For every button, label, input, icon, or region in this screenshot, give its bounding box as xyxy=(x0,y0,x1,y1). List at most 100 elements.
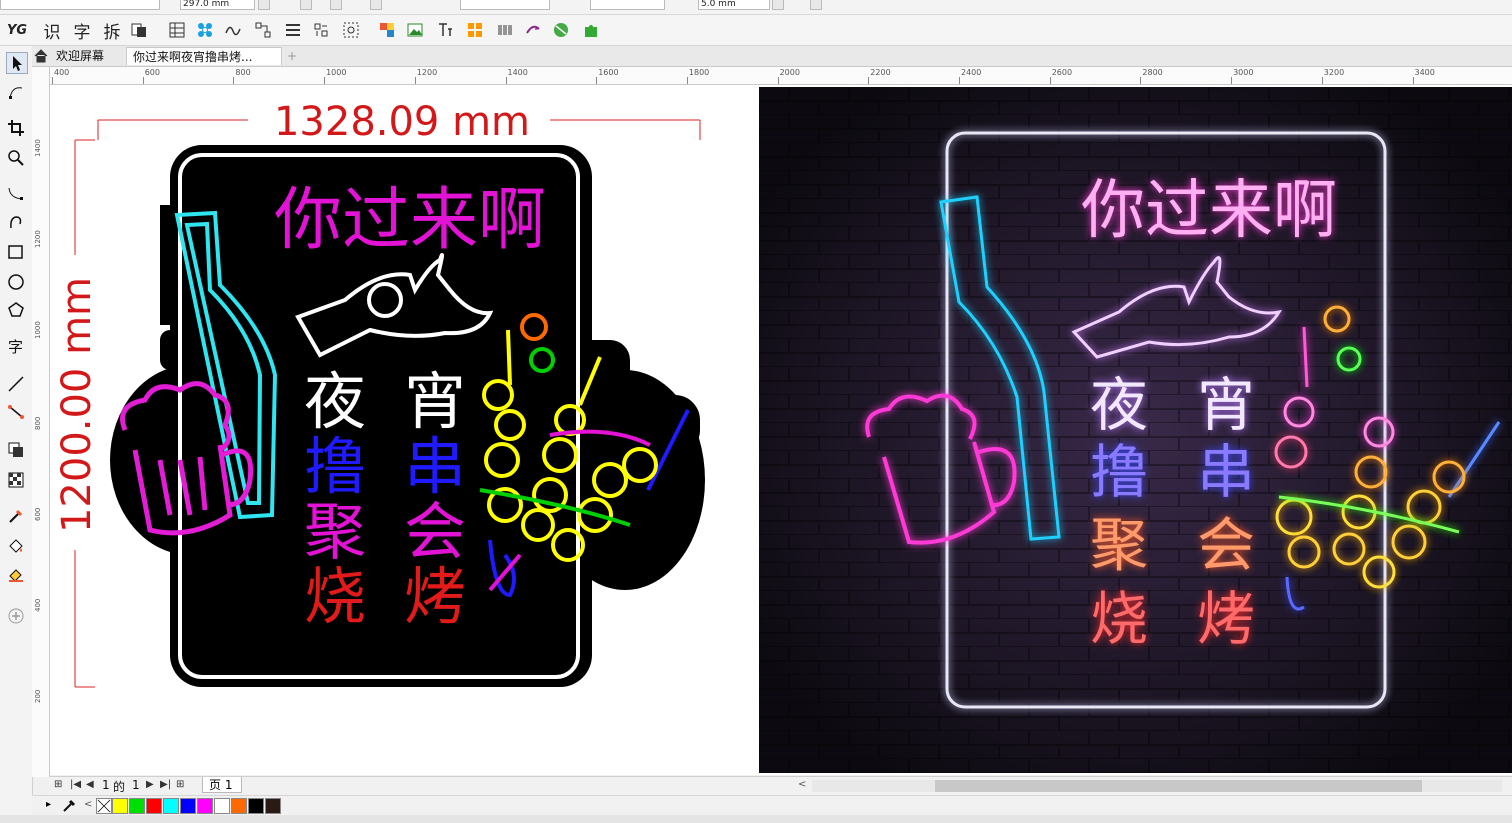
nudge-spinner[interactable] xyxy=(772,0,784,10)
globe-icon[interactable] xyxy=(552,21,570,39)
object-field-blank[interactable] xyxy=(0,0,160,10)
col2-char-4[interactable]: 烤 xyxy=(404,560,466,633)
home-icon[interactable] xyxy=(34,49,48,63)
color-swatch[interactable] xyxy=(180,798,196,814)
color-swatch[interactable] xyxy=(129,798,145,814)
first-page-button[interactable]: ⊞ xyxy=(54,779,62,790)
nudge-field[interactable]: 5.0 mm xyxy=(698,0,770,10)
eyedropper-tool-icon[interactable] xyxy=(6,506,26,526)
polygon-tool-icon[interactable] xyxy=(6,300,26,320)
horizontal-scrollbar[interactable] xyxy=(812,780,1502,792)
col2-char-2[interactable]: 串 xyxy=(404,430,466,503)
ruler-label: 2000 xyxy=(779,68,800,77)
zoom-tool-icon[interactable] xyxy=(6,148,26,168)
ruler-tick xyxy=(52,77,53,84)
rotation-field[interactable] xyxy=(460,0,550,10)
select-similar-icon[interactable] xyxy=(342,21,360,39)
ruler-tick xyxy=(1049,77,1051,84)
table-icon[interactable] xyxy=(168,21,186,39)
text-tool-icon[interactable] xyxy=(436,21,454,39)
ruler-label: 3200 xyxy=(1323,68,1345,77)
color-swatch[interactable] xyxy=(197,798,213,814)
text-tool-icon[interactable]: 字 xyxy=(6,336,26,356)
last-page-button[interactable]: ▶| xyxy=(160,779,171,790)
color-swatch[interactable] xyxy=(248,798,264,814)
ruler-label: 800 xyxy=(235,68,251,77)
ruler-label: 800 xyxy=(34,416,42,430)
scroll-left-button[interactable]: < xyxy=(798,779,806,790)
col2-char-1[interactable]: 宵 xyxy=(404,365,466,438)
shape-tool-icon[interactable] xyxy=(6,82,26,102)
char-button[interactable]: 字 xyxy=(70,19,94,43)
plugin-puzzle-icon[interactable] xyxy=(582,21,600,39)
horizontal-scroll-thumb[interactable] xyxy=(935,780,1422,792)
palette-scroll-left[interactable]: < xyxy=(84,799,92,810)
eyedropper-icon[interactable] xyxy=(62,799,76,813)
node-icon[interactable] xyxy=(254,21,272,39)
recognize-button[interactable]: 识 xyxy=(40,19,64,43)
distribute-icon[interactable] xyxy=(312,21,330,39)
convert-icon[interactable] xyxy=(524,21,542,39)
neon-reference-photo[interactable]: 你过来啊 夜 撸 聚 烧 宵 串 会 烤 xyxy=(759,87,1512,773)
align-icon[interactable] xyxy=(284,21,302,39)
artistic-media-icon[interactable] xyxy=(6,212,26,232)
fill-tool-icon[interactable] xyxy=(6,536,26,556)
width-spinner[interactable] xyxy=(258,0,270,10)
tab-document[interactable]: 你过来啊夜宵撸串烤... xyxy=(126,47,282,65)
ruler-tick xyxy=(596,77,598,84)
palette-menu-arrow[interactable]: ▸ xyxy=(46,799,51,810)
options-button[interactable] xyxy=(810,0,822,10)
shadow-tool-icon[interactable] xyxy=(6,440,26,460)
position-field[interactable] xyxy=(590,0,665,10)
color-blocks-icon[interactable] xyxy=(378,21,396,39)
mirror-button[interactable] xyxy=(370,0,382,10)
first-page-arrow[interactable]: |◀ xyxy=(70,779,81,790)
col2-char-3[interactable]: 会 xyxy=(404,495,466,568)
design-artwork[interactable]: 1328.09 mm 1200.00 mm 你过来啊 夜 撸 聚 烧 宵 串 会… xyxy=(50,85,759,775)
col1-char-4[interactable]: 烧 xyxy=(304,560,366,633)
ruler-tick xyxy=(868,77,870,84)
ruler-tick xyxy=(959,77,960,84)
ellipse-tool-icon[interactable] xyxy=(6,272,26,292)
color-swatch[interactable] xyxy=(163,798,179,814)
layers-icon[interactable] xyxy=(130,21,148,39)
barcode-icon[interactable] xyxy=(496,21,514,39)
crop-tool-icon[interactable] xyxy=(6,118,26,138)
scale-button[interactable] xyxy=(330,0,342,10)
horizontal-ruler[interactable]: 400 600 800 1000 1200 1400 1600 1800 2000 2200 240… xyxy=(50,67,1512,85)
ruler-label: 600 xyxy=(144,68,160,77)
photo-col2-char-1: 宵 xyxy=(1197,371,1255,439)
color-swatch[interactable] xyxy=(265,798,281,814)
lock-ratio-button[interactable] xyxy=(300,0,312,10)
col1-char-1[interactable]: 夜 xyxy=(304,365,366,438)
wave-icon[interactable] xyxy=(224,21,242,39)
pattern-icon[interactable] xyxy=(196,21,214,39)
dimension-tool-icon[interactable] xyxy=(6,374,26,394)
color-swatch[interactable] xyxy=(231,798,247,814)
transparency-tool-icon[interactable] xyxy=(6,470,26,490)
headline-text[interactable]: 你过来啊 xyxy=(274,181,546,260)
col1-char-3[interactable]: 聚 xyxy=(304,495,366,568)
rectangle-tool-icon[interactable] xyxy=(6,242,26,262)
next-page-button[interactable]: ▶ xyxy=(146,779,154,790)
split-button[interactable]: 拆 xyxy=(100,19,124,43)
vertical-ruler[interactable]: 1400 1200 1000 800 600 400 200 xyxy=(32,67,50,777)
connector-tool-icon[interactable] xyxy=(6,402,26,422)
interactive-fill-icon[interactable] xyxy=(6,564,26,584)
col1-char-2[interactable]: 撸 xyxy=(304,430,366,503)
image-icon[interactable] xyxy=(406,21,424,39)
no-color-swatch[interactable] xyxy=(96,798,112,814)
prev-page-button[interactable]: ◀ xyxy=(86,779,94,790)
freehand-tool-icon[interactable] xyxy=(6,184,26,204)
color-swatch[interactable] xyxy=(214,798,230,814)
grid-color-icon[interactable] xyxy=(466,21,484,39)
ruler-tick xyxy=(142,77,144,84)
color-swatch[interactable] xyxy=(146,798,162,814)
pick-tool-icon[interactable] xyxy=(6,52,28,74)
tab-new[interactable]: + xyxy=(282,47,302,65)
add-page-button[interactable]: ⊞ xyxy=(176,779,184,790)
page-tab[interactable]: 页 1 xyxy=(202,777,242,793)
color-swatch[interactable] xyxy=(112,798,128,814)
width-field[interactable]: 297.0 mm xyxy=(180,0,255,10)
add-tool-icon[interactable] xyxy=(6,606,26,626)
